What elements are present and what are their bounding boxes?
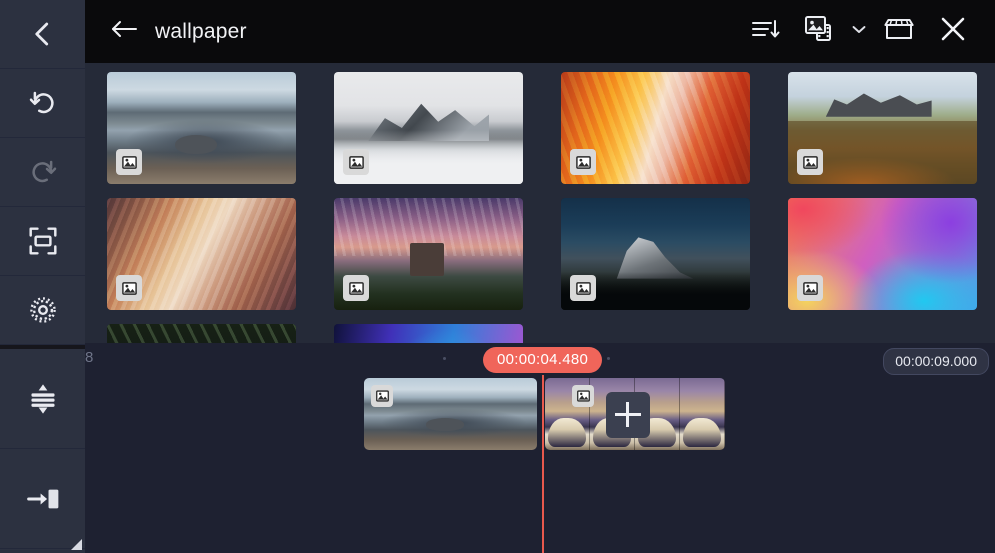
left-toolbar — [0, 0, 85, 553]
store-button[interactable] — [875, 8, 923, 56]
sidebar-item-redo[interactable] — [0, 138, 85, 207]
media-thumbnail[interactable] — [561, 72, 750, 184]
timeline-panel[interactable]: 8 00:00:04.480 00:00:09.000 — [85, 343, 995, 553]
image-icon — [797, 149, 823, 175]
ruler-label: 8 — [85, 349, 93, 366]
plus-icon-vertical — [626, 402, 629, 427]
timeline-track[interactable] — [85, 375, 995, 553]
vertical-resize-icon — [26, 382, 60, 416]
sort-button[interactable] — [741, 8, 789, 56]
current-time-badge[interactable]: 00:00:04.480 — [483, 347, 602, 373]
page-title: wallpaper — [155, 20, 247, 44]
back-button[interactable] — [105, 17, 143, 46]
total-duration-badge: 00:00:09.000 — [883, 348, 989, 375]
sort-descending-icon — [750, 16, 780, 47]
sidebar-item-undo[interactable] — [0, 69, 85, 138]
panel-resize-grip[interactable] — [71, 539, 82, 550]
sidebar-item-track-height[interactable] — [0, 349, 85, 449]
media-thumbnail[interactable] — [334, 72, 523, 184]
image-icon — [371, 385, 393, 407]
header-tool-group — [741, 8, 995, 56]
undo-icon — [28, 88, 58, 118]
media-thumbnail[interactable] — [788, 72, 977, 184]
media-thumbnail[interactable] — [107, 324, 296, 343]
media-grid — [85, 63, 995, 343]
media-type-button[interactable] — [795, 8, 843, 56]
image-icon — [116, 149, 142, 175]
export-icon — [25, 482, 61, 516]
image-icon — [570, 149, 596, 175]
media-thumbnail[interactable] — [788, 198, 977, 310]
image-icon — [570, 275, 596, 301]
playhead[interactable] — [542, 375, 544, 553]
media-panel-header: wallpaper — [85, 0, 995, 63]
media-thumbnail[interactable] — [334, 324, 523, 343]
gear-icon — [27, 294, 59, 326]
media-thumbnail[interactable] — [107, 72, 296, 184]
thumbnail-artwork — [107, 324, 296, 343]
clip-frame — [680, 378, 725, 450]
image-icon — [572, 385, 594, 407]
chevron-left-icon — [28, 19, 58, 49]
image-icon — [343, 149, 369, 175]
image-icon — [116, 275, 142, 301]
timeline-clip[interactable] — [364, 378, 537, 450]
sidebar-item-export[interactable] — [0, 449, 85, 549]
sidebar-item-settings[interactable] — [0, 276, 85, 345]
chevron-down-icon — [851, 22, 867, 41]
sidebar-item-collapse-panel[interactable] — [0, 0, 85, 69]
arrow-left-icon — [109, 17, 139, 46]
thumbnail-artwork — [334, 324, 523, 343]
fit-screen-icon — [27, 225, 59, 257]
image-icon — [797, 275, 823, 301]
timeline-ruler[interactable]: 8 00:00:04.480 00:00:09.000 — [85, 343, 995, 375]
media-thumbnail[interactable] — [107, 198, 296, 310]
close-icon — [937, 13, 969, 50]
close-button[interactable] — [929, 8, 977, 56]
add-transition-button[interactable] — [606, 392, 650, 438]
image-icon — [343, 275, 369, 301]
media-thumbnail[interactable] — [334, 198, 523, 310]
media-thumbnail[interactable] — [561, 198, 750, 310]
media-type-dropdown[interactable] — [849, 8, 869, 56]
sidebar-item-fit-to-screen[interactable] — [0, 207, 85, 276]
redo-icon — [28, 157, 58, 187]
media-library-panel[interactable] — [85, 63, 995, 343]
image-film-stack-icon — [802, 13, 836, 50]
store-icon — [882, 14, 916, 49]
video-editor-window: wallpaper — [0, 0, 995, 553]
